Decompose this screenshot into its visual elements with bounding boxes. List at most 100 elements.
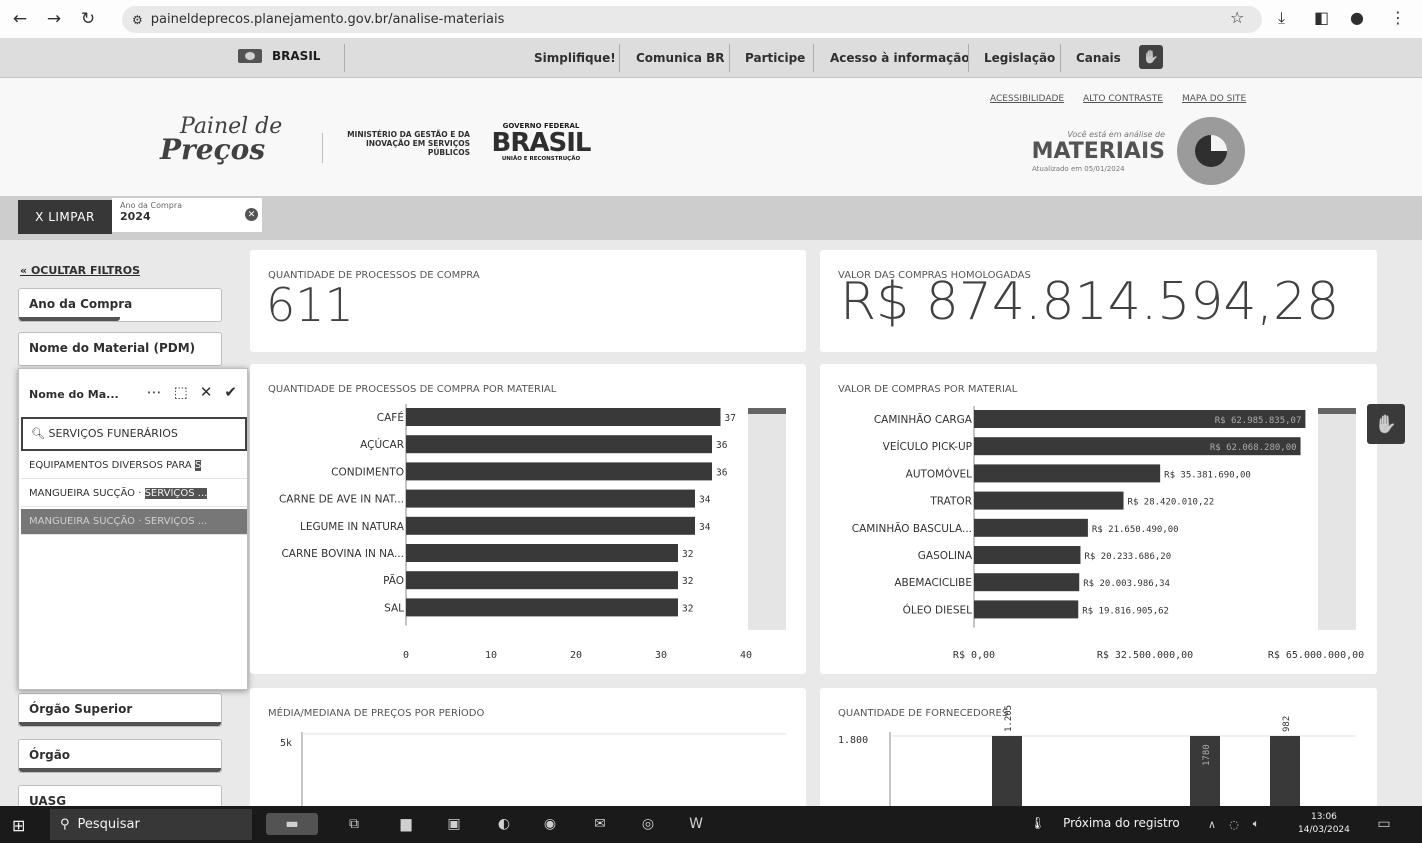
download-icon[interactable]: ⤓ (1278, 8, 1285, 28)
painel-precos-logo[interactable]: Painel de Preços (160, 114, 282, 166)
ministerio-logo: MINISTÉRIO DA GESTÃO E DA INOVAÇÃO EM SE… (347, 130, 470, 157)
app-icon[interactable]: ◐ (492, 813, 516, 835)
vlibras-icon[interactable]: ✋ (1139, 45, 1163, 69)
reload-icon[interactable]: ↻ (74, 5, 102, 33)
windows-start-icon[interactable]: ⊞ (12, 816, 25, 835)
materiais-title: MATERIAIS (1031, 139, 1165, 164)
acessibilidade-link[interactable]: ACESSIBILIDADE (990, 94, 1064, 104)
govlink-participe[interactable]: Participe (745, 51, 805, 65)
bar (974, 464, 1161, 483)
bar (406, 462, 712, 481)
govlink-simplifique[interactable]: Simplifique! (534, 51, 616, 65)
clock-date: 14/03/2024 (1298, 825, 1350, 835)
limpar-button[interactable]: X LIMPAR (18, 200, 112, 234)
chart-qtd-material[interactable]: CAFÉ 37 AÇÚCAR 36 CONDIMENTO 36 CARNE DE AVE I… (250, 364, 806, 674)
notif-label: Próxima do registro (1063, 816, 1180, 830)
windows-taskbar: ⊞ ⚲ Pesquisar ▬ ⧉ ▆ ▣ ◐ ◉ ✉ ◎ W 🌡︎ Próxi… (0, 806, 1422, 843)
news-widget-icon[interactable]: ▬ (266, 813, 318, 835)
thermometer-icon: 🌡︎ (1030, 816, 1046, 830)
divider (619, 44, 620, 72)
browser-toolbar: ← → ↻ ⚙ paineldeprecos.planejamento.gov.… (0, 0, 1422, 38)
clock[interactable]: 13:06 14/03/2024 (1298, 811, 1350, 837)
chart-fornecedores[interactable]: 1.800 1.205 1780 982 (820, 688, 1377, 808)
site-info-icon[interactable]: ⚙ (132, 13, 143, 27)
chip-value: 2024 (120, 210, 151, 223)
materiais-pie-icon[interactable] (1177, 117, 1245, 185)
filter-nome-material[interactable]: Nome do Material (PDM) (18, 332, 222, 366)
x-tick-label: 0 (403, 650, 409, 661)
volume-icon[interactable]: 🔈︎ (1244, 813, 1268, 835)
ocultar-filtros-link[interactable]: « OCULTAR FILTROS (20, 264, 140, 277)
search-value: SERVIÇOS FUNERÁRIOS (48, 427, 178, 440)
system-tray-icon[interactable]: ∧ (1200, 813, 1224, 835)
chart-panel-fornecedores: QUANTIDADE DE FORNECEDORES 1.800 1.205 178… (820, 688, 1377, 808)
popup-search-input[interactable]: 🔍︎ SERVIÇOS FUNERÁRIOS (21, 417, 247, 451)
network-icon[interactable]: ◌ (1222, 813, 1246, 835)
filter-ano-compra[interactable]: Ano da Compra (18, 288, 222, 322)
filter-label: Órgão (29, 748, 71, 762)
x-tick-label: 20 (570, 650, 582, 661)
filter-orgao-superior[interactable]: Órgão Superior (18, 693, 222, 727)
govlink-acesso[interactable]: Acesso à informação (830, 51, 970, 65)
taskbar-search[interactable]: ⚲ Pesquisar (50, 809, 252, 840)
divider (1060, 44, 1061, 72)
category-label: CAMINHÃO BASCULA... (852, 522, 972, 535)
site-header: ACESSIBILIDADE ALTO CONTRASTE MAPA DO SI… (0, 78, 1422, 196)
uniao-label: UNIÃO E RECONSTRUÇÃO (501, 156, 581, 162)
data-label: 34 (699, 522, 711, 533)
back-icon[interactable]: ← (6, 5, 34, 33)
govlink-legislacao[interactable]: Legislação (984, 51, 1055, 65)
brasil-link[interactable]: BRASIL (238, 49, 320, 63)
url-text: paineldeprecos.planejamento.gov.br/anali… (150, 12, 505, 27)
list-item[interactable]: EQUIPAMENTOS DIVERSOS PARA S (21, 453, 247, 479)
sidepanel-icon[interactable]: ◧ (1314, 8, 1329, 27)
filter-orgao[interactable]: Órgão (18, 739, 222, 773)
data-label: 32 (682, 603, 693, 614)
mail-icon[interactable]: ✉ (588, 813, 612, 835)
chart-panel-qtd-material: QUANTIDADE DE PROCESSOS DE COMPRA POR MA… (250, 364, 806, 674)
alto-contraste-link[interactable]: ALTO CONTRASTE (1083, 94, 1163, 104)
remove-filter-icon[interactable]: ✕ (245, 208, 258, 221)
selection-tool-icon[interactable]: ⬚ (174, 383, 188, 401)
star-icon[interactable]: ☆ (1230, 8, 1244, 27)
chart-valor-material[interactable]: CAMINHÃO CARGA R$ 62.985.835,07 VEÍCULO PI… (820, 364, 1377, 674)
data-label: R$ 21.650.490,00 (1092, 525, 1179, 535)
data-label: 1780 (1202, 744, 1212, 766)
bar (406, 408, 721, 426)
vlibras-widget-icon[interactable]: ✋ (1367, 404, 1405, 444)
store-icon[interactable]: ▣ (442, 813, 466, 835)
chart-media-mediana[interactable]: 5k (250, 688, 806, 808)
govlink-comunica[interactable]: Comunica BR (636, 51, 725, 65)
task-view-icon[interactable]: ⧉ (342, 813, 366, 835)
word-icon[interactable]: W (684, 813, 708, 835)
confirm-icon[interactable]: ✔ (224, 383, 237, 401)
logo-line2: Preços (160, 133, 266, 166)
more-icon[interactable]: ⋯ (147, 383, 162, 401)
bar (974, 491, 1124, 510)
address-bar[interactable]: ⚙ paineldeprecos.planejamento.gov.br/ana… (122, 6, 1262, 33)
list-item[interactable]: MANGUEIRA SUCÇÃO · SERVIÇOS ... (21, 481, 247, 507)
list-item-selected[interactable]: MANGUEIRA SUCÇÃO · SERVIÇOS ... (21, 509, 247, 535)
category-label: CONDIMENTO (331, 466, 404, 478)
profile-icon[interactable]: ● (1350, 8, 1364, 27)
file-explorer-icon[interactable]: ▆ (394, 813, 418, 835)
bar (406, 571, 678, 590)
clock-time: 13:06 (1310, 812, 1337, 822)
filter-chip-ano[interactable]: Ano da Compra 2024 ✕ (112, 198, 262, 232)
govlink-canais[interactable]: Canais (1076, 51, 1121, 65)
notification-center-icon[interactable]: ▭ (1372, 813, 1396, 835)
chip-label: Ano da Compra (120, 201, 183, 210)
weather-notification[interactable]: 🌡︎ Próxima do registro (1030, 816, 1180, 830)
filter-label: Nome do Material (PDM) (29, 341, 196, 355)
mapa-site-link[interactable]: MAPA DO SITE (1182, 94, 1246, 104)
data-label: 32 (682, 549, 693, 560)
forward-icon[interactable]: → (40, 5, 68, 33)
menu-icon[interactable]: ⋮ (1390, 8, 1406, 27)
brasil-label: BRASIL (272, 49, 321, 63)
edge-icon[interactable]: ◉ (538, 813, 562, 835)
chrome-icon[interactable]: ◎ (636, 813, 660, 835)
x-tick-label: 10 (485, 650, 497, 661)
x-tick-label: R$ 65.000.000,00 (1268, 650, 1364, 661)
close-icon[interactable]: ✕ (200, 383, 213, 401)
popup-title: Nome do Ma... (29, 388, 119, 401)
